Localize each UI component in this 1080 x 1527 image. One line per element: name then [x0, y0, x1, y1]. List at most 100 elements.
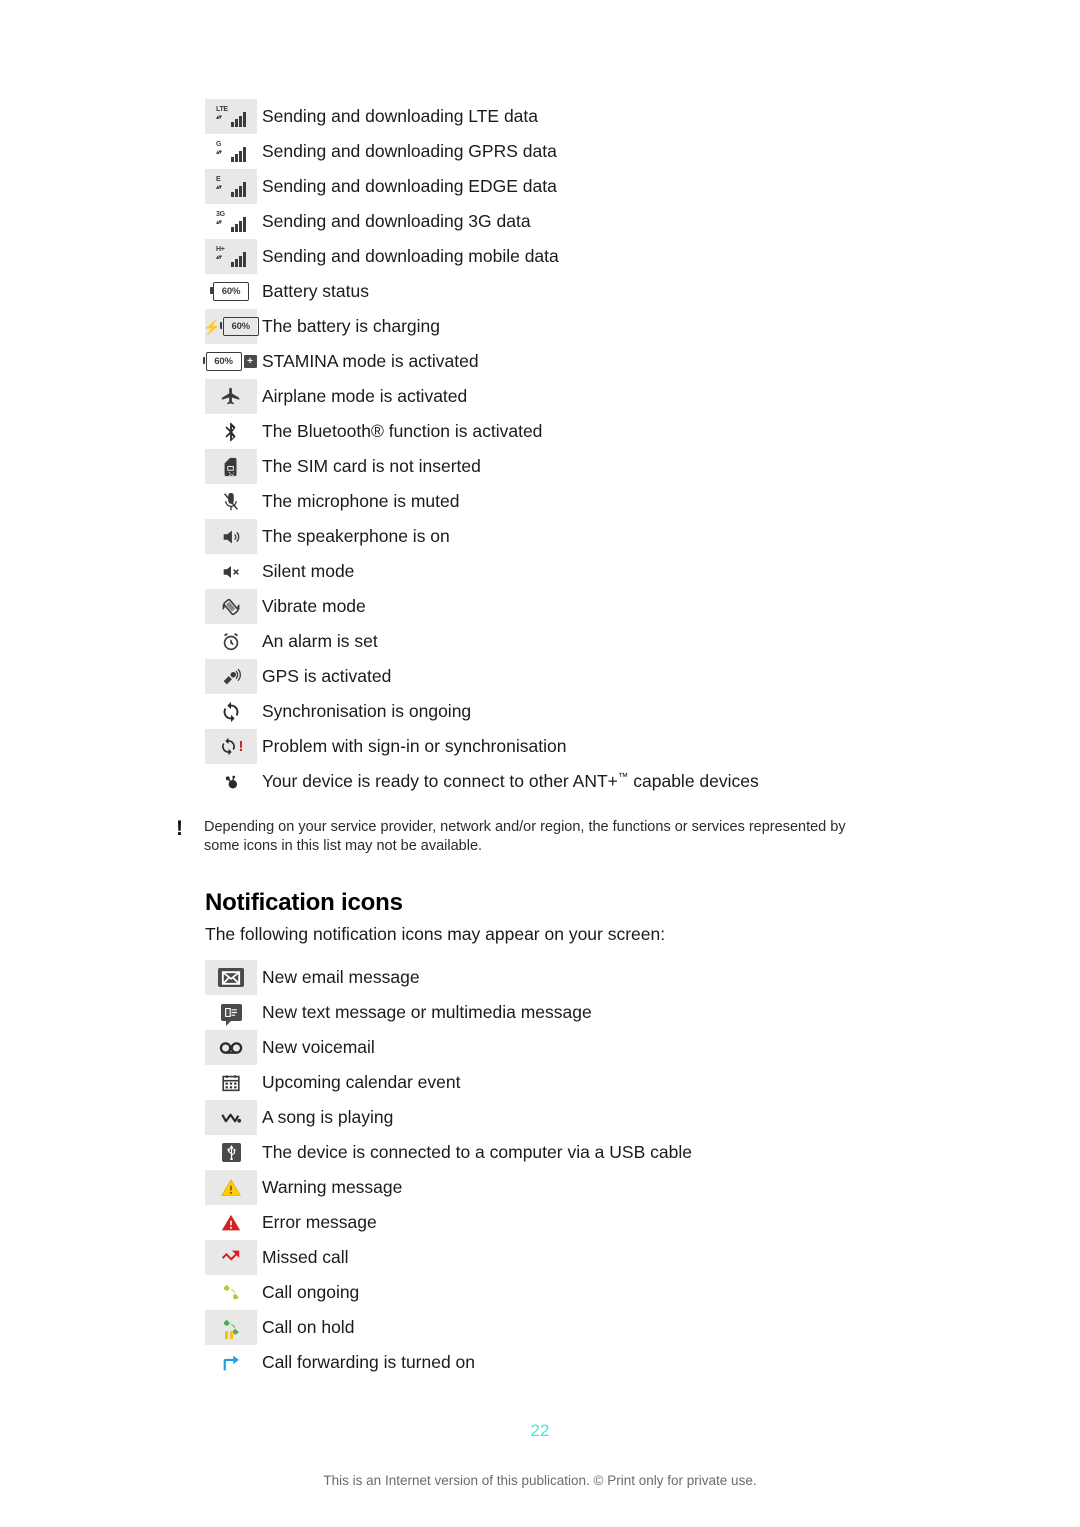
- icon-description: A song is playing: [262, 1106, 394, 1127]
- text-message-icon: [205, 995, 257, 1030]
- missed-call-icon: [205, 1240, 257, 1275]
- icon-row: ⚡ 60% The battery is charging: [203, 309, 1025, 344]
- email-icon: [205, 960, 257, 995]
- icon-row: New email message: [205, 960, 1025, 995]
- icon-row: ! Problem with sign-in or synchronisation: [205, 729, 1025, 764]
- icon-row: New text message or multimedia message: [205, 995, 1025, 1030]
- battery-status-icon: 60%: [205, 274, 257, 309]
- icon-row: The device is connected to a computer vi…: [205, 1135, 1025, 1170]
- icon-description: Call ongoing: [262, 1281, 360, 1302]
- icon-description: Call forwarding is turned on: [262, 1351, 476, 1372]
- signal-hspa-icon: H+ ▴▾: [205, 239, 257, 274]
- icon-description: Vibrate mode: [262, 595, 366, 616]
- icon-row: An alarm is set: [205, 624, 1025, 659]
- icon-row: The microphone is muted: [205, 484, 1025, 519]
- icon-description: The Bluetooth® function is activated: [262, 420, 543, 441]
- icon-row: Vibrate mode: [205, 589, 1025, 624]
- icon-row: Airplane mode is activated: [205, 379, 1025, 414]
- icon-row: Call forwarding is turned on: [205, 1345, 1025, 1380]
- icon-description: Sending and downloading mobile data: [262, 245, 559, 266]
- icon-row: Call on hold: [205, 1310, 1025, 1345]
- icon-description: The battery is charging: [262, 315, 441, 336]
- sync-icon: [205, 694, 257, 729]
- icon-description: Call on hold: [262, 1316, 355, 1337]
- icon-row: 60% + STAMINA mode is activated: [202, 344, 1025, 379]
- icon-description: The speakerphone is on: [262, 525, 450, 546]
- icon-description: The SIM card is not inserted: [262, 455, 481, 476]
- icon-row: Call ongoing: [205, 1275, 1025, 1310]
- status-icon-list: LTE ▴▾ Sending and downloading LTE data G ▴▾…: [202, 99, 1025, 799]
- icon-description: Warning message: [262, 1176, 403, 1197]
- call-forwarding-icon: [205, 1345, 257, 1380]
- ant-plus-icon: [205, 764, 257, 799]
- icon-description: New email message: [262, 966, 420, 987]
- vibrate-mode-icon: [205, 589, 257, 624]
- icon-row: Your device is ready to connect to other…: [205, 764, 1025, 799]
- icon-row: Warning message: [205, 1170, 1025, 1205]
- icon-row: The speakerphone is on: [205, 519, 1025, 554]
- icon-description: Missed call: [262, 1246, 349, 1267]
- icon-description: New text message or multimedia message: [262, 1001, 592, 1022]
- icon-row: LTE ▴▾ Sending and downloading LTE data: [205, 99, 1025, 134]
- icon-description: Sending and downloading 3G data: [262, 210, 531, 231]
- battery-charging-icon: ⚡ 60%: [203, 309, 259, 344]
- icon-description: Battery status: [262, 280, 369, 301]
- icon-description: Sending and downloading EDGE data: [262, 175, 557, 196]
- icon-description: Problem with sign-in or synchronisation: [262, 735, 567, 756]
- signal-edge-icon: E ▴▾: [205, 169, 257, 204]
- icon-row: H+ ▴▾ Sending and downloading mobile data: [205, 239, 1025, 274]
- icon-row: Error message: [205, 1205, 1025, 1240]
- manual-page: LTE ▴▾ Sending and downloading LTE data G ▴▾…: [0, 0, 1080, 1527]
- note-block: ! Depending on your service provider, ne…: [176, 818, 876, 856]
- icon-description: The microphone is muted: [262, 490, 460, 511]
- signal-lte-icon: LTE ▴▾: [205, 99, 257, 134]
- icon-row: The SIM card is not inserted: [205, 449, 1025, 484]
- icon-description: Sending and downloading GPRS data: [262, 140, 557, 161]
- icon-description: Upcoming calendar event: [262, 1071, 461, 1092]
- icon-row: A song is playing: [205, 1100, 1025, 1135]
- alarm-icon: [205, 624, 257, 659]
- icon-row: 3G ▴▾ Sending and downloading 3G data: [205, 204, 1025, 239]
- notification-icon-list: New email message New text message or mul…: [205, 960, 1025, 1380]
- icon-description: Silent mode: [262, 560, 355, 581]
- section-intro: The following notification icons may app…: [205, 924, 666, 944]
- icon-description: Airplane mode is activated: [262, 385, 468, 406]
- signal-3g-icon: 3G ▴▾: [205, 204, 257, 239]
- icon-description: Synchronisation is ongoing: [262, 700, 472, 721]
- call-on-hold-icon: [205, 1310, 257, 1345]
- microphone-muted-icon: [205, 484, 257, 519]
- icon-description: New voicemail: [262, 1036, 375, 1057]
- icon-description: Error message: [262, 1211, 377, 1232]
- icon-row: The Bluetooth® function is activated: [205, 414, 1025, 449]
- icon-row: Missed call: [205, 1240, 1025, 1275]
- icon-description: Your device is ready to connect to other…: [262, 770, 759, 791]
- bluetooth-icon: [205, 414, 257, 449]
- speakerphone-icon: [205, 519, 257, 554]
- icon-description: STAMINA mode is activated: [262, 350, 479, 371]
- icon-row: E ▴▾ Sending and downloading EDGE data: [205, 169, 1025, 204]
- icon-row: G ▴▾ Sending and downloading GPRS data: [205, 134, 1025, 169]
- page-number: 22: [530, 1421, 550, 1440]
- silent-mode-icon: [205, 554, 257, 589]
- icon-description: The device is connected to a computer vi…: [262, 1141, 692, 1162]
- icon-description: GPS is activated: [262, 665, 392, 686]
- icon-row: 60% Battery status: [205, 274, 1025, 309]
- error-icon: [205, 1205, 257, 1240]
- icon-description: Sending and downloading LTE data: [262, 105, 539, 126]
- gps-icon: [205, 659, 257, 694]
- note-text: Depending on your service provider, netw…: [204, 819, 846, 854]
- call-ongoing-icon: [205, 1275, 257, 1310]
- warning-icon: [205, 1170, 257, 1205]
- usb-connected-icon: [205, 1135, 257, 1170]
- icon-row: GPS is activated: [205, 659, 1025, 694]
- icon-row: New voicemail: [205, 1030, 1025, 1065]
- note-exclamation-icon: !: [176, 817, 183, 840]
- calendar-event-icon: [205, 1065, 257, 1100]
- footer-notice: This is an Internet version of this publ…: [323, 1473, 757, 1488]
- signal-gprs-icon: G ▴▾: [205, 134, 257, 169]
- stamina-mode-icon: 60% +: [202, 344, 257, 379]
- page-title: Notification icons: [205, 889, 403, 916]
- music-playing-icon: [205, 1100, 257, 1135]
- sync-problem-icon: !: [205, 729, 257, 764]
- icon-row: Upcoming calendar event: [205, 1065, 1025, 1100]
